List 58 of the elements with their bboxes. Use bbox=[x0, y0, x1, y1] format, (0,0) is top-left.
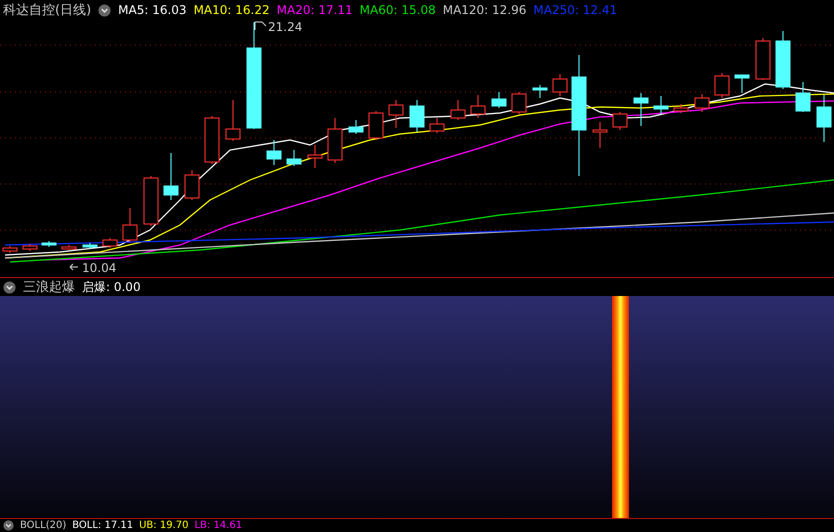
candlestick bbox=[184, 170, 200, 200]
candlestick bbox=[492, 92, 506, 108]
leader-line bbox=[70, 264, 78, 270]
candlestick bbox=[634, 92, 648, 126]
candlestick bbox=[674, 104, 688, 114]
candlestick bbox=[62, 244, 76, 250]
boll-value: UB: 19.70 bbox=[139, 520, 188, 531]
dropdown-icon[interactable] bbox=[98, 4, 112, 16]
candlestick bbox=[102, 238, 118, 248]
candlestick bbox=[756, 38, 770, 80]
candlestick bbox=[470, 94, 486, 118]
ma-value: MA120: 12.96 bbox=[442, 3, 526, 17]
candlestick bbox=[388, 100, 404, 128]
ma-value: MA20: 17.11 bbox=[276, 3, 353, 17]
dropdown-icon[interactable] bbox=[3, 280, 16, 294]
candlestick bbox=[410, 100, 424, 132]
candlestick bbox=[450, 100, 466, 120]
candlestick bbox=[430, 118, 444, 134]
candlestick bbox=[714, 72, 730, 98]
ma-value: MA60: 15.08 bbox=[360, 3, 436, 17]
candlestick bbox=[512, 92, 526, 114]
ma-value: MA10: 16.22 bbox=[194, 3, 270, 17]
ma-value: MA250: 12.41 bbox=[533, 3, 618, 17]
candlestick bbox=[226, 100, 240, 142]
candlestick bbox=[734, 74, 750, 94]
indicator-value: 启爆: 0.00 bbox=[82, 278, 141, 296]
candlestick bbox=[308, 144, 322, 168]
ma-value: MA5: 16.03 bbox=[118, 3, 187, 17]
candlestick bbox=[204, 116, 220, 164]
candlestick bbox=[816, 94, 832, 142]
indicator-title: 三浪起爆 bbox=[23, 279, 75, 296]
candlestick bbox=[164, 152, 178, 200]
high-price-label: 21.24 bbox=[268, 20, 302, 34]
candlestick bbox=[654, 96, 668, 114]
boll-title: BOLL(20) bbox=[20, 520, 66, 531]
leader-line bbox=[254, 22, 266, 30]
candlestick bbox=[532, 84, 548, 98]
candlestick bbox=[776, 30, 790, 90]
candlestick bbox=[796, 82, 810, 112]
candlestick bbox=[286, 150, 302, 166]
candlestick bbox=[368, 110, 384, 140]
candlestick bbox=[266, 140, 282, 166]
candlestick bbox=[592, 122, 608, 148]
candlestick bbox=[22, 244, 38, 252]
stock-title: 科达自控(日线) bbox=[3, 2, 92, 19]
candlestick bbox=[144, 176, 158, 226]
candlestick bbox=[348, 120, 364, 134]
candlestick bbox=[82, 242, 98, 250]
candlestick bbox=[694, 94, 710, 112]
boll-value: LB: 14.61 bbox=[194, 520, 242, 531]
boll-value: BOLL: 17.11 bbox=[72, 520, 134, 531]
candlestick bbox=[612, 112, 628, 130]
candlestick bbox=[2, 246, 18, 254]
candlestick bbox=[122, 208, 138, 242]
candlestick bbox=[328, 118, 342, 164]
candlestick bbox=[552, 74, 568, 96]
dropdown-icon[interactable] bbox=[3, 520, 14, 531]
low-price-label: 10.04 bbox=[82, 261, 116, 275]
